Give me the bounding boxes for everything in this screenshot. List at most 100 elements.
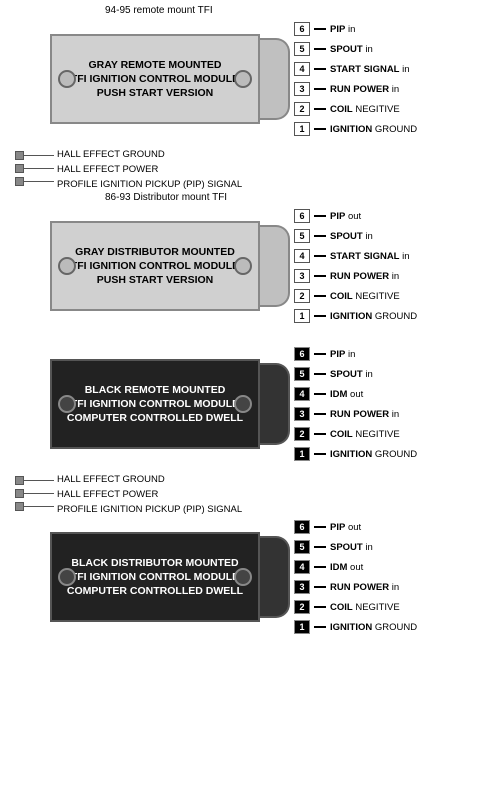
pin-row-1-1: 1 IGNITION GROUND [294,121,417,137]
pin-label-1-1: IGNITION GROUND [330,124,417,135]
pin-row-2-4: 2 COIL NEGITIVE [294,599,417,615]
connector-bridge-1 [260,38,270,120]
wire-box-2a [15,476,24,485]
pin-label-2-3: COIL NEGITIVE [330,429,400,440]
pin-line-3-1 [314,88,326,90]
pin-block-2: 6 PIP out 5 SPOUT in 4 START SIGNAL in 3 [294,206,417,326]
pin-line-2-4 [314,606,326,608]
hall-label-1a: HALL EFFECT GROUND [57,149,242,160]
connector-cap-4 [270,536,290,618]
pin-num-4-2: 4 [294,249,310,263]
pin-line-5-2 [314,235,326,237]
pin-line-3-2 [314,275,326,277]
pin-line-5-4 [314,546,326,548]
pin-num-2-3: 2 [294,427,310,441]
connector-cap-2 [270,225,290,307]
pin-num-1-4: 1 [294,620,310,634]
pin-num-2-4: 2 [294,600,310,614]
pin-row-5-4: 5 SPOUT in [294,539,417,555]
wire-connector-1a [15,151,54,160]
pin-label-4-4: IDM out [330,562,363,573]
pin-label-6-4: PIP out [330,522,361,533]
pin-row-4-1: 4 START SIGNAL in [294,61,417,77]
pin-line-1-4 [314,626,326,628]
pin-num-6-1: 6 [294,22,310,36]
pin-label-5-3: SPOUT in [330,369,373,380]
wire-h-1a [24,155,54,156]
pin-num-6-2: 6 [294,209,310,223]
pin-block-3: 6 PIP in 5 SPOUT in 4 IDM out 3 [294,344,417,464]
pin-label-3-3: RUN POWER in [330,409,399,420]
hall-effect-section-1: HALL EFFECT GROUND HALL EFFECT POWER PRO… [15,149,495,190]
hall-labels-2: HALL EFFECT GROUND HALL EFFECT POWER PRO… [57,474,242,515]
pin-row-6-1: 6 PIP in [294,21,417,37]
pin-label-2-4: COIL NEGITIVE [330,602,400,613]
pin-row-6-4: 6 PIP out [294,519,417,535]
pin-row-4-4: 4 IDM out [294,559,417,575]
pin-row-6-3: 6 PIP in [294,346,417,362]
pin-label-3-1: RUN POWER in [330,84,399,95]
connector-cap-1 [270,38,290,120]
pin-num-1-3: 1 [294,447,310,461]
top-label-gray-remote: 94-95 remote mount TFI [105,5,495,16]
module-title-black-remote: BLACK REMOTE MOUNTEDTFI IGNITION CONTROL… [67,383,243,426]
pin-num-5-3: 5 [294,367,310,381]
pin-label-4-1: START SIGNAL in [330,64,410,75]
pin-line-1-1 [314,128,326,130]
hall-label-1b: HALL EFFECT POWER [57,164,242,175]
pin-label-4-3: IDM out [330,389,363,400]
module-title-gray-dist: GRAY DISTRIBUTOR MOUNTEDTFI IGNITION CON… [71,245,239,288]
pin-line-4-2 [314,255,326,257]
pin-line-6-4 [314,526,326,528]
pin-row-5-3: 5 SPOUT in [294,366,417,382]
pin-line-6-3 [314,353,326,355]
pin-label-6-3: PIP in [330,349,355,360]
module-black-remote: BLACK REMOTE MOUNTEDTFI IGNITION CONTROL… [5,344,495,464]
pin-line-4-1 [314,68,326,70]
wire-h-2b [24,493,54,494]
hall-label-2c: PROFILE IGNITION PICKUP (PIP) SIGNAL [57,504,242,515]
diagram-container: 94-95 remote mount TFI GRAY REMOTE MOUNT… [0,0,500,652]
pin-num-1-2: 1 [294,309,310,323]
pin-row-1-3: 1 IGNITION GROUND [294,446,417,462]
pin-line-3-3 [314,413,326,415]
pin-line-5-3 [314,373,326,375]
pin-num-5-1: 5 [294,42,310,56]
wire-connectors-2 [15,476,54,511]
module-gray-distributor: 86-93 Distributor mount TFI GRAY DISTRIB… [5,192,495,326]
pin-line-5-1 [314,48,326,50]
wire-h-2a [24,480,54,481]
pin-label-3-2: RUN POWER in [330,271,399,282]
pin-num-5-4: 5 [294,540,310,554]
module-title-black-dist: BLACK DISTRIBUTOR MOUNTEDTFI IGNITION CO… [67,556,243,599]
pin-block-4: 6 PIP out 5 SPOUT in 4 IDM out 3 [294,517,417,637]
pin-label-5-2: SPOUT in [330,231,373,242]
gap-1 [5,336,495,344]
module-box-gray-remote: GRAY REMOTE MOUNTEDTFI IGNITION CONTROL … [50,34,260,124]
pin-label-6-1: PIP in [330,24,355,35]
pin-num-6-3: 6 [294,347,310,361]
pin-row-2-1: 2 COIL NEGITIVE [294,101,417,117]
connector-bridge-2 [260,225,270,307]
top-label-gray-dist: 86-93 Distributor mount TFI [105,192,495,203]
module-box-black-remote: BLACK REMOTE MOUNTEDTFI IGNITION CONTROL… [50,359,260,449]
pin-num-2-1: 2 [294,102,310,116]
connector-bridge-3 [260,363,270,445]
wire-box-1a [15,151,24,160]
module-box-black-dist: BLACK DISTRIBUTOR MOUNTEDTFI IGNITION CO… [50,532,260,622]
pin-row-2-3: 2 COIL NEGITIVE [294,426,417,442]
pin-row-1-4: 1 IGNITION GROUND [294,619,417,635]
pin-label-5-4: SPOUT in [330,542,373,553]
pin-num-4-4: 4 [294,560,310,574]
pin-label-6-2: PIP out [330,211,361,222]
pin-num-3-2: 3 [294,269,310,283]
pin-label-3-4: RUN POWER in [330,582,399,593]
pin-row-2-2: 2 COIL NEGITIVE [294,288,417,304]
wire-connector-1b [15,164,54,173]
hall-effect-section-2: HALL EFFECT GROUND HALL EFFECT POWER PRO… [15,474,495,515]
pin-line-2-3 [314,433,326,435]
module-title-gray-remote: GRAY REMOTE MOUNTEDTFI IGNITION CONTROL … [71,58,239,101]
pin-row-1-2: 1 IGNITION GROUND [294,308,417,324]
wire-connectors-1 [15,151,54,186]
hall-label-1c: PROFILE IGNITION PICKUP (PIP) SIGNAL [57,179,242,190]
